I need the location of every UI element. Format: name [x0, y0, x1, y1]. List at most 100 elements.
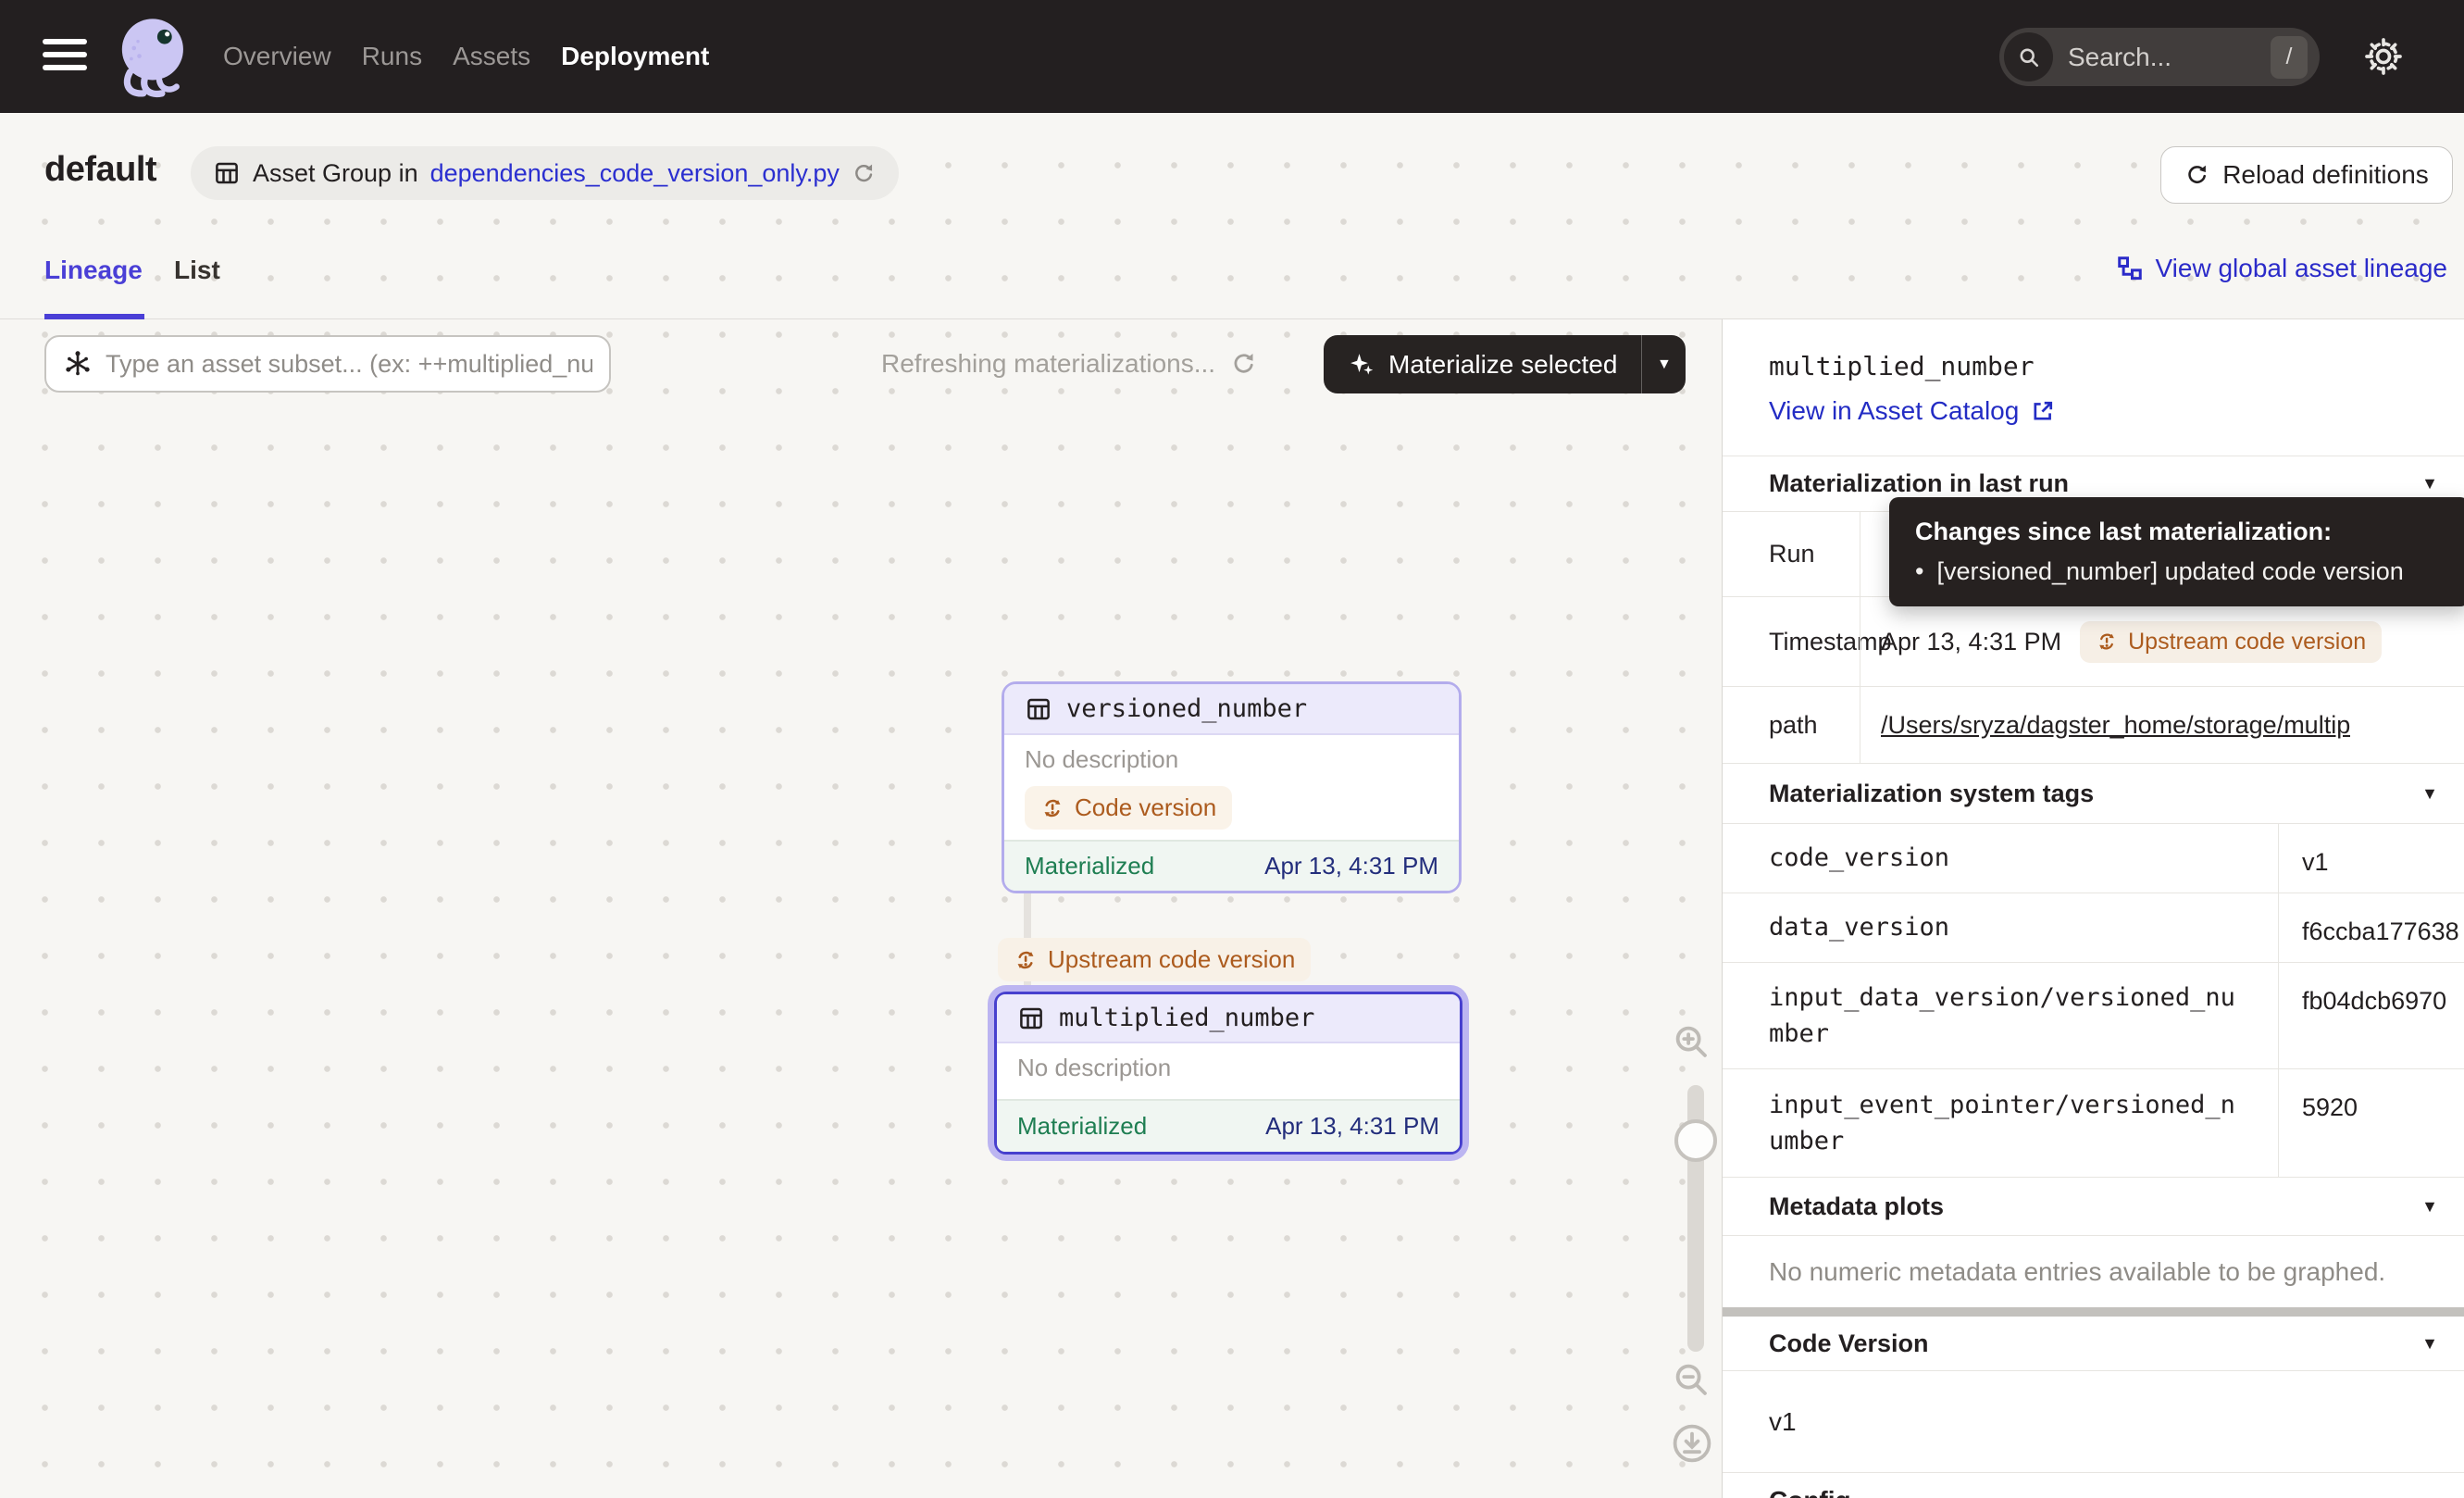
materialized-status: Materialized [1025, 852, 1154, 880]
view-global-asset-lineage-label: View global asset lineage [2156, 254, 2447, 283]
nav-item-deployment[interactable]: Deployment [561, 42, 709, 71]
tag-key: code_version [1723, 824, 2278, 893]
section-header-label: Materialization in last run [1769, 469, 2069, 498]
zoom-in-icon[interactable] [1670, 1020, 1712, 1063]
system-tag-row: data_version f6ccba177638 [1723, 893, 2464, 963]
path-link[interactable]: /Users/sryza/dagster_home/storage/multip [1881, 711, 2350, 740]
table-icon [1025, 695, 1052, 723]
asset-group-breadcrumb: Asset Group in dependencies_code_version… [191, 146, 899, 200]
materialize-selected-button-group: Materialize selected ▼ [1324, 335, 1686, 393]
tab-lineage[interactable]: Lineage [44, 256, 143, 285]
run-label: Run [1723, 512, 1860, 596]
code-version-sync-icon [2096, 630, 2118, 653]
sparkle-icon [1348, 351, 1375, 379]
timestamp-label: Timestamp [1723, 597, 1860, 686]
materialized-timestamp[interactable]: Apr 13, 4:31 PM [1264, 852, 1438, 880]
section-materialization-system-tags[interactable]: Materialization system tags ▼ [1723, 764, 2464, 824]
asset-node-footer: Materialized Apr 13, 4:31 PM [997, 1099, 1460, 1152]
code-version-sync-icon [1040, 796, 1064, 820]
asset-group-file-link[interactable]: dependencies_code_version_only.py [430, 159, 840, 188]
path-row: path /Users/sryza/dagster_home/storage/m… [1723, 687, 2464, 764]
nav-item-overview[interactable]: Overview [223, 42, 331, 71]
collapse-caret-icon: ▼ [2421, 1197, 2438, 1217]
system-tag-row: code_version v1 [1723, 824, 2464, 893]
materialized-status: Materialized [1017, 1112, 1147, 1141]
sidebar-asset-title-block: multiplied_number View in Asset Catalog [1723, 319, 2464, 456]
upstream-code-version-label: Upstream code version [2128, 629, 2366, 655]
search-input[interactable] [2068, 43, 2271, 72]
menu-icon[interactable] [43, 39, 87, 74]
upstream-code-version-tag[interactable]: Upstream code version [998, 938, 1311, 981]
tag-value: 5920 [2278, 1069, 2464, 1177]
collapse-caret-icon: ▼ [2421, 784, 2438, 804]
sidebar-asset-name: multiplied_number [1769, 351, 2464, 381]
external-link-icon [2030, 398, 2056, 424]
nav-item-runs[interactable]: Runs [362, 42, 422, 71]
content-area: default Asset Group in dependencies_code… [0, 113, 2464, 1498]
view-tabs: Lineage List View global asset lineage [0, 215, 2464, 319]
section-config[interactable]: Config [1723, 1473, 2464, 1498]
upstream-code-version-label: Upstream code version [1048, 945, 1295, 974]
tag-value: v1 [2278, 824, 2464, 893]
asset-subset-filter[interactable] [44, 335, 611, 393]
zoom-out-icon[interactable] [1670, 1358, 1712, 1401]
tab-list[interactable]: List [174, 256, 220, 285]
asset-group-table-icon [213, 159, 241, 187]
asset-node-description: No description [1025, 745, 1438, 774]
reload-definitions-button[interactable]: Reload definitions [2160, 146, 2453, 204]
code-version-tag[interactable]: Code version [1025, 786, 1232, 830]
timestamp-row: Timestamp Apr 13, 4:31 PM Upstream [1723, 597, 2464, 687]
materialize-selected-button[interactable]: Materialize selected [1324, 335, 1641, 393]
materialize-options-caret[interactable]: ▼ [1641, 335, 1686, 393]
lineage-graph-icon [2116, 255, 2144, 282]
asset-node-footer: Materialized Apr 13, 4:31 PM [1004, 840, 1459, 891]
refresh-materializations-icon[interactable] [1230, 350, 1258, 378]
view-in-asset-catalog-link[interactable]: View in Asset Catalog [1769, 396, 2056, 426]
code-version-value: v1 [1723, 1371, 2464, 1473]
asset-subset-input[interactable] [106, 350, 592, 379]
timestamp-value[interactable]: Apr 13, 4:31 PM [1881, 628, 2061, 656]
settings-gear-icon[interactable] [2362, 35, 2405, 78]
asset-node-body: No description Code version [1004, 735, 1459, 840]
section-metadata-plots[interactable]: Metadata plots ▼ [1723, 1178, 2464, 1236]
nav-item-assets[interactable]: Assets [453, 42, 530, 71]
tag-value: f6ccba177638 [2278, 893, 2464, 962]
primary-nav: Overview Runs Assets Deployment [223, 0, 709, 113]
top-nav: Overview Runs Assets Deployment / [0, 0, 2464, 113]
dagster-logo-icon[interactable] [107, 13, 193, 102]
view-in-asset-catalog-label: View in Asset Catalog [1769, 396, 2019, 426]
tag-key: data_version [1723, 893, 2278, 962]
code-version-sync-icon [1014, 948, 1038, 972]
tooltip-title: Changes since last materialization: [1915, 518, 2444, 546]
path-label: path [1723, 687, 1860, 763]
zoom-slider-handle[interactable] [1674, 1119, 1717, 1162]
tag-value: fb04dcb6970 [2278, 963, 2464, 1068]
asset-node-versioned-number[interactable]: versioned_number No description [1002, 681, 1462, 893]
lineage-graph-pane[interactable]: Refreshing materializations... Materiali… [0, 319, 1722, 1498]
changes-tooltip: Changes since last materialization: • [v… [1889, 497, 2464, 606]
main-panels: Refreshing materializations... Materiali… [0, 319, 2464, 1498]
asset-node-name: multiplied_number [1059, 1004, 1314, 1032]
op-selector-icon [63, 349, 93, 379]
sidebar-splitter-handle[interactable] [1723, 1307, 2464, 1317]
global-search[interactable]: / [1999, 28, 2320, 86]
reload-icon [2184, 162, 2210, 188]
section-header-label: Metadata plots [1769, 1192, 1944, 1221]
metadata-plots-empty-message: No numeric metadata entries available to… [1723, 1236, 2464, 1307]
download-image-icon[interactable] [1670, 1421, 1714, 1466]
materialize-selected-label: Materialize selected [1388, 350, 1617, 380]
view-global-asset-lineage-link[interactable]: View global asset lineage [2116, 254, 2447, 283]
materialized-timestamp[interactable]: Apr 13, 4:31 PM [1265, 1112, 1439, 1141]
upstream-code-version-tag[interactable]: Upstream code version [2080, 621, 2382, 663]
asset-node-multiplied-number[interactable]: multiplied_number No description Materia… [994, 992, 1462, 1155]
section-code-version[interactable]: Code Version ▼ [1723, 1317, 2464, 1371]
tooltip-bullet: • [1915, 557, 1923, 586]
asset-details-sidebar: multiplied_number View in Asset Catalog … [1722, 319, 2464, 1498]
dagster-app: Overview Runs Assets Deployment / defaul… [0, 0, 2464, 1498]
reload-definitions-label: Reload definitions [2222, 160, 2429, 190]
asset-node-header: multiplied_number [997, 994, 1460, 1043]
asset-node-header: versioned_number [1004, 684, 1459, 735]
refreshing-status: Refreshing materializations... [881, 349, 1258, 379]
refresh-icon[interactable] [852, 161, 877, 186]
collapse-caret-icon: ▼ [2421, 1334, 2438, 1354]
